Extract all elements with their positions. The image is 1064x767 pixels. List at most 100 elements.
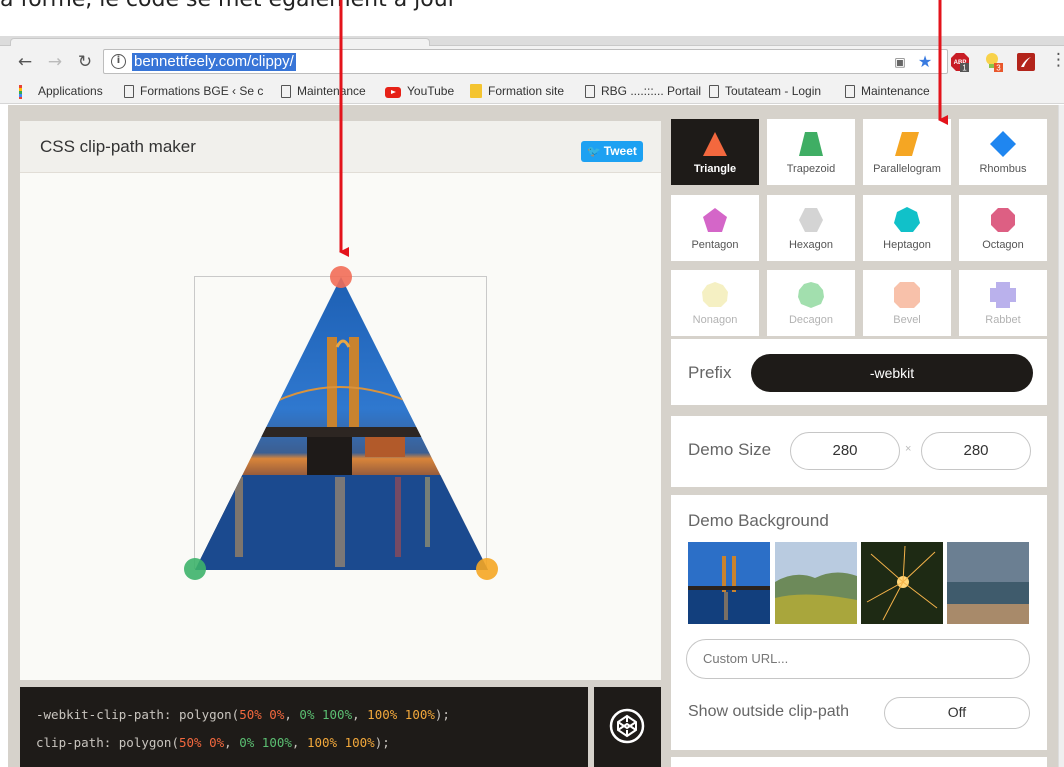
rabbet-shape-icon xyxy=(990,282,1016,308)
heptagon-shape-icon xyxy=(894,207,920,232)
handle-top[interactable] xyxy=(330,266,352,288)
shape-nonagon[interactable]: Nonagon xyxy=(671,270,759,336)
clip-demo-area[interactable] xyxy=(184,266,498,580)
bookmark-maintenance[interactable]: Maintenance xyxy=(281,83,366,99)
adblock-badge: 1 xyxy=(962,64,967,73)
nonagon-shape-icon xyxy=(702,282,728,307)
bevel-shape-icon xyxy=(894,282,920,308)
shape-label: Octagon xyxy=(982,239,1024,251)
bookmark-applications[interactable]: Applications xyxy=(19,83,103,99)
background-thumb-landscape[interactable] xyxy=(775,542,857,624)
bookmark-toutateam[interactable]: Toutateam - Login xyxy=(709,83,821,99)
show-outside-label: Show outside clip-path xyxy=(688,703,849,720)
shape-octagon[interactable]: Octagon xyxy=(959,195,1047,261)
bookmark-formation-site[interactable]: Formation site xyxy=(470,83,564,99)
menu-icon[interactable]: ⋮ xyxy=(1050,50,1064,70)
shape-hexagon[interactable]: Hexagon xyxy=(767,195,855,261)
forward-icon[interactable]: → xyxy=(44,51,66,73)
prefix-toggle[interactable]: -webkit xyxy=(751,354,1033,392)
pdf-icon[interactable] xyxy=(1016,52,1036,72)
triangle-shape-icon xyxy=(703,132,727,156)
shape-pentagon[interactable]: Pentagon xyxy=(671,195,759,261)
page-icon xyxy=(845,85,855,98)
bulb-extension-icon[interactable]: 3 xyxy=(984,52,1004,72)
clipped-demo-image xyxy=(195,277,488,570)
bulb-badge: 3 xyxy=(996,64,1001,73)
shape-bevel[interactable]: Bevel xyxy=(863,270,951,336)
demo-height-input[interactable]: 280 xyxy=(921,432,1031,470)
code-line-webkit: -webkit-clip-path: polygon(50% 0%, 0% 10… xyxy=(36,707,450,722)
shape-label: Rhombus xyxy=(979,163,1027,175)
shape-label: Bevel xyxy=(893,314,921,326)
shape-label: Triangle xyxy=(693,163,737,175)
shape-label: Trapezoid xyxy=(786,163,836,175)
shape-label: Rabbet xyxy=(985,314,1021,326)
screenshot-root: a forme, le code se met également à jour… xyxy=(0,0,1064,767)
tab-strip xyxy=(0,36,1064,46)
bookmark-rbg-portail[interactable]: RBG ....:::... Portail xyxy=(585,83,701,99)
youtube-icon xyxy=(385,87,401,98)
trapezoid-shape-icon xyxy=(799,132,823,156)
show-outside-toggle[interactable]: Off xyxy=(884,697,1030,729)
custom-url-input[interactable]: Custom URL... xyxy=(686,639,1030,679)
translate-icon[interactable]: ▣ xyxy=(892,54,908,70)
reload-icon[interactable]: ↻ xyxy=(74,51,96,73)
tweet-button[interactable]: 🐦 Tweet xyxy=(581,141,643,162)
codepen-icon xyxy=(609,708,645,744)
times-separator: × xyxy=(905,443,912,455)
bookmark-maintenance-2[interactable]: Maintenance xyxy=(845,83,930,99)
address-bar[interactable]: i bennettfeely.com/clippy/ ▣ ★ xyxy=(103,49,948,74)
shape-parallelogram[interactable]: Parallelogram xyxy=(863,119,951,185)
shape-rabbet[interactable]: Rabbet xyxy=(959,270,1047,336)
shape-heptagon[interactable]: Heptagon xyxy=(863,195,951,261)
background-thumb-sparkler[interactable] xyxy=(861,542,943,624)
demo-width-input[interactable]: 280 xyxy=(790,432,900,470)
shape-label: Parallelogram xyxy=(873,163,941,175)
octagon-shape-icon xyxy=(991,208,1015,232)
page-title: CSS clip-path maker xyxy=(40,137,196,156)
demo-header: CSS clip-path maker 🐦 Tweet xyxy=(20,121,661,173)
scrollbar[interactable] xyxy=(1058,105,1064,767)
back-icon[interactable]: ← xyxy=(14,51,36,73)
handle-bottom-left[interactable] xyxy=(184,558,206,580)
shape-rhombus[interactable]: Rhombus xyxy=(959,119,1047,185)
bookmark-star-icon[interactable]: ★ xyxy=(917,54,933,70)
code-output[interactable]: -webkit-clip-path: polygon(50% 0%, 0% 10… xyxy=(20,687,588,767)
hexagon-shape-icon xyxy=(799,208,823,232)
page-icon xyxy=(281,85,291,98)
demo-background-control: Demo Background Custom URL... Show outsi… xyxy=(671,495,1047,750)
background-thumb-bridge[interactable] xyxy=(688,542,770,624)
pentagon-shape-icon xyxy=(703,208,727,232)
apps-icon xyxy=(19,85,32,99)
page-icon xyxy=(124,85,134,98)
shape-decagon[interactable]: Decagon xyxy=(767,270,855,336)
active-tab[interactable] xyxy=(10,38,430,46)
demo-panel: CSS clip-path maker 🐦 Tweet xyxy=(20,121,661,680)
decagon-shape-icon xyxy=(798,282,824,308)
handle-bottom-right[interactable] xyxy=(476,558,498,580)
bookmark-youtube[interactable]: YouTube xyxy=(385,83,454,99)
codepen-button[interactable] xyxy=(594,687,661,767)
adblock-icon[interactable]: ABP 1 xyxy=(950,52,970,72)
folder-icon xyxy=(470,84,482,98)
page-content: CSS clip-path maker 🐦 Tweet -webkit-clip… xyxy=(0,105,1064,767)
browser-toolbar: ← → ↻ i bennettfeely.com/clippy/ ▣ ★ ABP… xyxy=(0,46,1064,78)
page-icon xyxy=(709,85,719,98)
background-thumb-sea[interactable] xyxy=(947,542,1029,624)
code-line-standard: clip-path: polygon(50% 0%, 0% 100%, 100%… xyxy=(36,735,390,750)
demo-size-control: Demo Size 280 × 280 xyxy=(671,416,1047,487)
shape-label: Decagon xyxy=(788,314,834,326)
bookmark-formations-bge[interactable]: Formations BGE ‹ Se c xyxy=(124,83,266,99)
shape-label: Heptagon xyxy=(883,239,931,251)
prefix-label: Prefix xyxy=(688,363,732,382)
shape-label: Hexagon xyxy=(788,239,834,251)
next-control-section xyxy=(671,757,1047,767)
info-icon[interactable]: i xyxy=(111,54,126,69)
shape-trapezoid[interactable]: Trapezoid xyxy=(767,119,855,185)
shape-label: Nonagon xyxy=(692,314,738,326)
shape-label: Pentagon xyxy=(691,239,739,251)
annotation-caption: a forme, le code se met également à jour xyxy=(0,0,457,12)
parallelogram-shape-icon xyxy=(895,132,919,156)
url-text[interactable]: bennettfeely.com/clippy/ xyxy=(132,53,296,71)
shape-triangle[interactable]: Triangle xyxy=(671,119,759,185)
